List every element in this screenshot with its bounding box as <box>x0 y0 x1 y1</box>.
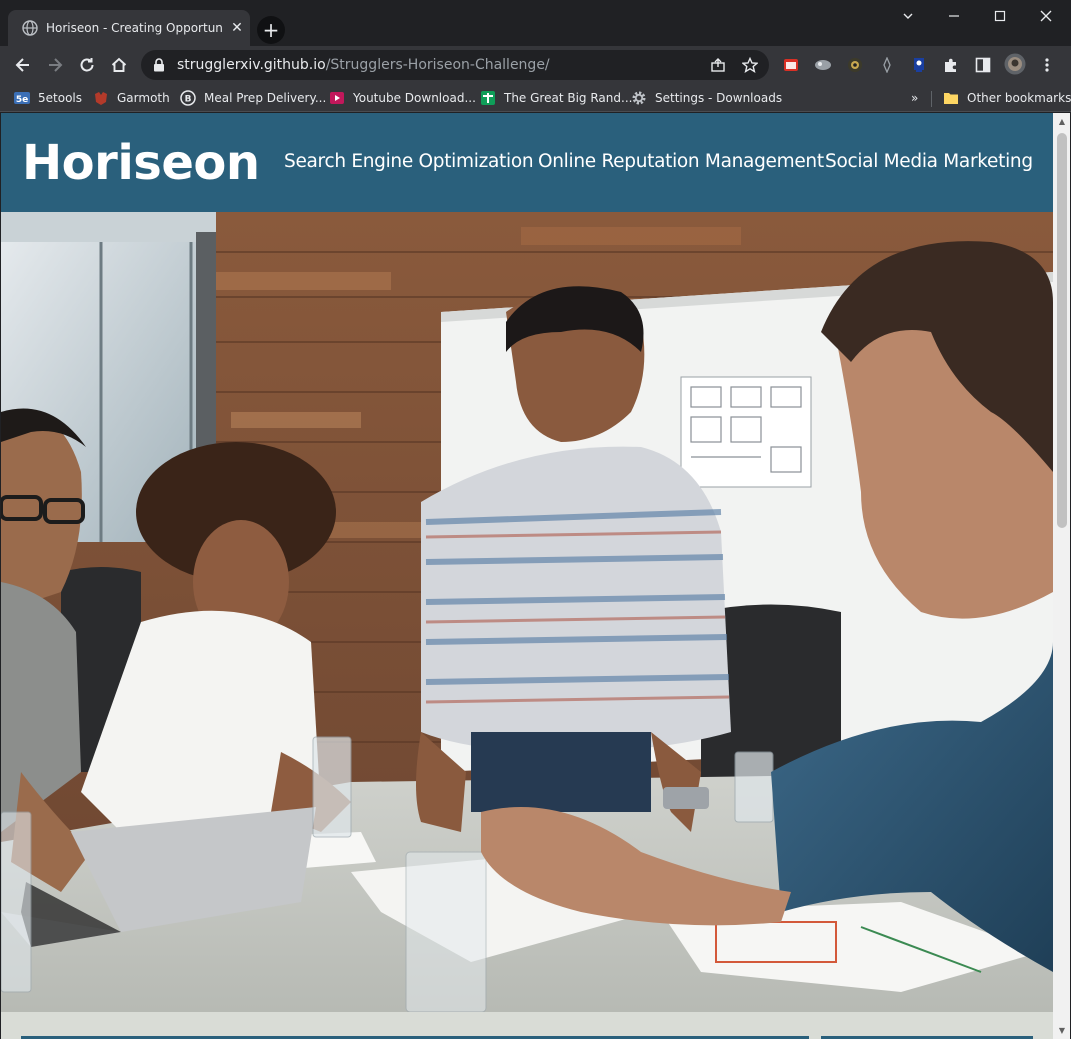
reload-icon[interactable] <box>73 51 101 79</box>
team-meeting-photo <box>1 212 1053 1012</box>
tab-title: Horiseon - Creating Opportunitie <box>46 21 222 35</box>
extension-cloud-icon[interactable] <box>814 56 832 74</box>
home-icon[interactable] <box>105 51 133 79</box>
bookmark-meal-prep[interactable]: B Meal Prep Delivery... <box>180 88 326 108</box>
page-viewport: Horiseon Search Engine Optimization Onli… <box>1 113 1070 1039</box>
bookmark-label: Meal Prep Delivery... <box>204 91 327 105</box>
bookmark-great-big-rand[interactable]: The Great Big Rand... <box>480 88 632 108</box>
back-arrow-icon[interactable] <box>9 51 37 79</box>
url-path: /Strugglers-Horiseon-Challenge/ <box>325 57 550 73</box>
scroll-up-arrow-icon[interactable]: ▲ <box>1057 116 1067 126</box>
youtube-download-icon <box>329 90 345 106</box>
site-header: Horiseon Search Engine Optimization Onli… <box>1 113 1053 212</box>
nav-link-social-media[interactable]: Social Media Marketing <box>825 151 1033 172</box>
meal-prep-icon: B <box>180 90 196 106</box>
nav-link-seo[interactable]: Search Engine Optimization <box>284 151 534 172</box>
window-close-icon[interactable] <box>1023 0 1069 32</box>
scroll-down-arrow-icon[interactable]: ▼ <box>1057 1025 1067 1035</box>
bookmark-label: Youtube Download... <box>353 91 476 105</box>
nav-link-reputation[interactable]: Online Reputation Management <box>538 151 824 172</box>
profile-avatar[interactable] <box>1004 53 1026 75</box>
extension-eye-icon[interactable] <box>846 56 864 74</box>
bookmark-star-icon[interactable] <box>741 56 759 74</box>
browser-toolbar: strugglerxiv.github.io/Strugglers-Horise… <box>0 46 1071 84</box>
side-panel-icon[interactable] <box>974 56 992 74</box>
bookmark-settings-downloads[interactable]: Settings - Downloads <box>631 88 782 108</box>
settings-gear-icon <box>631 90 647 106</box>
share-icon[interactable] <box>709 56 727 74</box>
content-section-top <box>1 1012 1053 1039</box>
hero-image <box>1 212 1053 1012</box>
maximize-icon[interactable] <box>977 0 1023 32</box>
bookmark-garmoth[interactable]: Garmoth <box>93 88 170 108</box>
svg-text:B: B <box>185 95 192 105</box>
scrollbar-thumb[interactable] <box>1057 133 1067 528</box>
svg-text:5e: 5e <box>16 95 28 105</box>
tab-strip: Horiseon - Creating Opportunitie ✕ + <box>0 0 1071 46</box>
bookmark-label: 5etools <box>38 91 82 105</box>
bookmark-label: Other bookmarks <box>967 91 1071 105</box>
5etools-icon: 5e <box>14 90 30 106</box>
tab-active[interactable]: Horiseon - Creating Opportunitie ✕ <box>8 10 250 46</box>
extension-badge-icon[interactable] <box>910 56 928 74</box>
new-tab-button[interactable]: + <box>257 16 285 44</box>
bookmarks-overflow-icon[interactable]: » <box>911 88 918 108</box>
sheets-icon <box>480 90 496 106</box>
garmoth-icon <box>93 90 109 106</box>
site-logo[interactable]: Horiseon <box>22 135 260 191</box>
bookmark-label: The Great Big Rand... <box>504 91 633 105</box>
tab-close-icon[interactable]: ✕ <box>228 19 246 37</box>
url-host: strugglerxiv.github.io <box>177 57 326 73</box>
folder-icon <box>943 90 959 106</box>
address-bar[interactable]: strugglerxiv.github.io/Strugglers-Horise… <box>141 50 769 80</box>
extension-pen-icon[interactable] <box>878 56 896 74</box>
bookmark-other-bookmarks[interactable]: Other bookmarks <box>943 88 1071 108</box>
lock-icon[interactable] <box>153 58 167 72</box>
extensions-puzzle-icon[interactable] <box>942 56 960 74</box>
minimize-icon[interactable] <box>931 0 977 32</box>
url-text: strugglerxiv.github.io/Strugglers-Horise… <box>177 57 550 73</box>
globe-icon <box>22 20 38 36</box>
bookmark-5etools[interactable]: 5e 5etools <box>14 88 82 108</box>
tab-search-icon[interactable] <box>885 0 931 32</box>
bookmark-youtube-download[interactable]: Youtube Download... <box>329 88 476 108</box>
extension-photo-icon[interactable] <box>782 56 800 74</box>
menu-kebab-icon[interactable] <box>1038 56 1056 74</box>
bookmarks-divider <box>931 91 932 107</box>
browser-window: Horiseon - Creating Opportunitie ✕ + <box>0 0 1071 1039</box>
bookmarks-bar: 5e 5etools Garmoth B Meal Prep Delivery.… <box>0 84 1071 112</box>
page-scrollbar[interactable]: ▲ ▼ <box>1053 113 1070 1039</box>
forward-arrow-icon[interactable] <box>41 51 69 79</box>
bookmark-label: Garmoth <box>117 91 170 105</box>
bookmark-label: Settings - Downloads <box>655 91 783 105</box>
